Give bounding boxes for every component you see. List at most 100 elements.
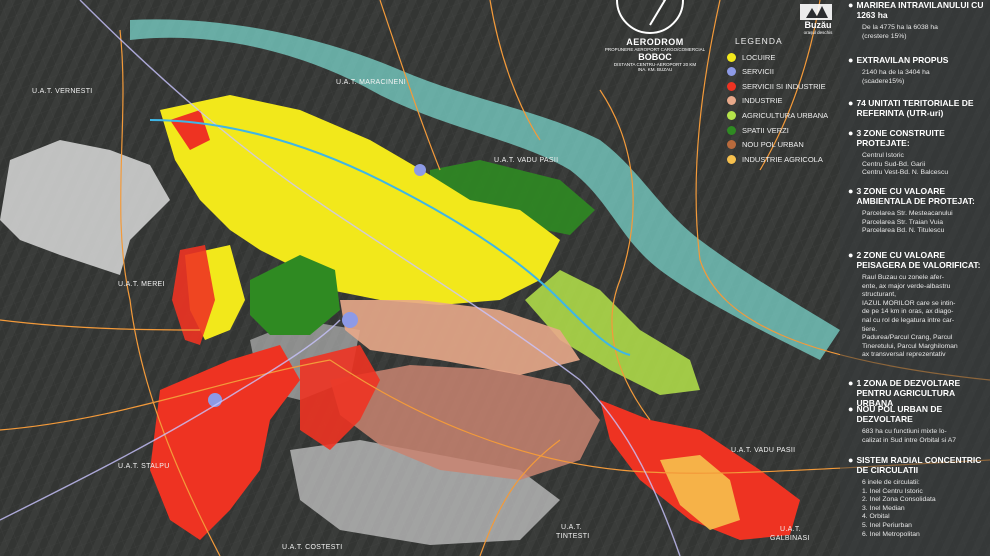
uat-label: U.A.T. MARACINENI xyxy=(336,79,407,86)
panel-section-title: 2 ZONE CU VALOARE PEISAGERA DE VALORIFIC… xyxy=(856,250,981,270)
legend-item: SPATII VERZI xyxy=(727,124,789,136)
panel-section-line: nal cu rol de legatura intre car- xyxy=(862,316,955,324)
panel-section-line: Parcelarea Bd. N. Titulescu xyxy=(862,227,945,235)
legend-item: SERVICII xyxy=(727,66,774,78)
panel-section-line: Parcelarea Str. Traian Vuia xyxy=(862,218,943,226)
panel-section-heading: ● 74 UNITATI TERITORIALE DE REFERINTA (UT… xyxy=(848,98,990,118)
panel-section-title: EXTRAVILAN PROPUS xyxy=(856,55,949,65)
legend-item: INDUSTRIE AGRICOLA xyxy=(727,153,823,165)
uat-label: GALBINASI xyxy=(770,535,810,542)
panel-section-line: ax transversal reprezentativ xyxy=(862,351,946,359)
legend-swatch xyxy=(727,67,736,77)
legend-item: SERVICII SI INDUSTRIE xyxy=(727,80,826,92)
aerodrome-name: BOBOC xyxy=(638,52,672,62)
legend-label: SPATII VERZI xyxy=(742,125,789,135)
panel-section: ● EXTRAVILAN PROPUS 2140 ha de la 3404 ha(… xyxy=(848,55,990,86)
panel-section-heading: ● 2 ZONE CU VALOARE PEISAGERA DE VALORIFI… xyxy=(848,250,990,270)
uat-label: U.A.T. COSTESTI xyxy=(282,544,343,551)
uat-label: U.A.T. VADU PASII xyxy=(494,157,559,164)
legend-swatch xyxy=(727,154,736,164)
panel-section-line: 2. Inel Zona Consolidata xyxy=(862,496,936,504)
panel-section-line: 683 ha cu functiuni mixte lo- xyxy=(862,428,947,435)
uat-label: U.A.T. xyxy=(561,524,582,531)
legend-item: NOU POL URBAN xyxy=(727,139,804,151)
panel-section-line: 2140 ha de la 3404 ha xyxy=(862,69,930,76)
bullet-icon: ● xyxy=(848,55,854,65)
panel-section-title: 3 ZONE CU VALOARE AMBIENTALA DE PROTEJAT… xyxy=(856,186,975,206)
panel-section-line: 5. Inel Periurban xyxy=(862,521,912,529)
uat-label: U.A.T. xyxy=(780,526,801,533)
uat-label: TINTESTI xyxy=(556,533,590,540)
panel-section-line: (crestere 15%) xyxy=(862,32,907,40)
services-spot xyxy=(414,164,426,176)
panel-section-line: Raul Buzau cu zonele afer- xyxy=(862,274,944,281)
panel-section-line: tiere. xyxy=(862,325,878,333)
bullet-icon: ● xyxy=(848,0,854,10)
uat-label: U.A.T. MEREI xyxy=(118,281,165,288)
legend-item: INDUSTRIE xyxy=(727,95,782,107)
legend-title: LEGENDA xyxy=(735,36,783,46)
legend-label: SERVICII SI INDUSTRIE xyxy=(742,81,826,91)
panel-section-line: 3. Inel Median xyxy=(862,504,905,512)
logo-name: Buzău xyxy=(804,20,832,30)
legend-label: INDUSTRIE AGRICOLA xyxy=(742,154,823,164)
bullet-icon: ● xyxy=(848,455,854,465)
panel-section-line: (scadere15%) xyxy=(862,77,905,85)
panel-section-title: SISTEM RADIAL CONCENTRIC DE CIRCULATII xyxy=(856,455,982,475)
panel-section: ● NOU POL URBAN DE DEZVOLTARE 683 ha cu fu… xyxy=(848,404,990,445)
legend-label: AGRICULTURA URBANA xyxy=(742,110,829,120)
panel-section-title: 74 UNITATI TERITORIALE DE REFERINTA (UTR… xyxy=(856,98,974,118)
panel-section-heading: ● 3 ZONE CU VALOARE AMBIENTALA DE PROTEJA… xyxy=(848,186,990,206)
legend-label: SERVICII xyxy=(742,67,774,77)
legend-swatch xyxy=(727,140,736,150)
panel-section-heading: ● SISTEM RADIAL CONCENTRIC DE CIRCULATII xyxy=(848,455,990,475)
uat-label: U.A.T. VADU PASII xyxy=(731,447,796,454)
panel-section-line: 1. Inel Centru Istoric xyxy=(862,487,923,495)
panel-section-line: 6 inele de circulatii: xyxy=(862,479,920,486)
panel-section-line: IAZUL MORILOR care se intin- xyxy=(862,299,956,307)
uat-label: U.A.T. STALPU xyxy=(118,463,170,470)
legend-swatch xyxy=(727,125,736,135)
panel-section-line: ente, ax major verde-albastru xyxy=(862,282,951,290)
bullet-icon: ● xyxy=(848,250,854,260)
panel-section-line: Centrul Istoric xyxy=(862,152,904,159)
panel-section: ● 3 ZONE CONSTRUITE PROTEJATE: Centrul Ist… xyxy=(848,128,990,178)
legend-label: INDUSTRIE xyxy=(742,96,783,106)
legend-item: AGRICULTURA URBANA xyxy=(727,109,828,121)
panel-section-line: Tineretului, Parcul Marghiloman xyxy=(862,342,958,350)
panel-section: ● 3 ZONE CU VALOARE AMBIENTALA DE PROTEJA… xyxy=(848,186,990,236)
panel-section-line: 4. Orbital xyxy=(862,513,890,521)
aerodrome-note: INA. KM. BUZAU xyxy=(637,67,673,72)
panel-section-title: NOU POL URBAN DE DEZVOLTARE xyxy=(856,404,943,424)
aerodrome-header: AERODROM PROPUNERE AEROPORT CARGO/COMERC… xyxy=(590,37,720,72)
legend-swatch xyxy=(727,110,736,120)
bullet-icon: ● xyxy=(848,98,854,108)
panel-section-line: calizat in Sud intre Orbital si A7 xyxy=(862,436,957,444)
legend-item: LOCUIRE xyxy=(727,51,775,63)
panel-section: ● MARIREA INTRAVILANULUI CU 1263 ha De la … xyxy=(848,0,990,41)
legend-swatch xyxy=(727,52,736,62)
panel-section-heading: ● EXTRAVILAN PROPUS xyxy=(848,55,990,65)
panel-section-line: Centru Vest-Bd. N. Balcescu xyxy=(862,169,949,177)
bullet-icon: ● xyxy=(848,404,854,414)
panel-section-heading: ● MARIREA INTRAVILANULUI CU 1263 ha xyxy=(848,0,990,20)
panel-section-line: structurant, xyxy=(862,291,896,299)
uat-label: U.A.T. VERNESTI xyxy=(32,88,93,95)
panel-section-line: Centru Sud-Bd. Garii xyxy=(862,160,926,168)
legend-label: LOCUIRE xyxy=(742,52,776,62)
panel-section-line: Padurea/Parcul Crang, Parcul xyxy=(862,334,953,342)
bullet-icon: ● xyxy=(848,186,854,196)
panel-section: ● SISTEM RADIAL CONCENTRIC DE CIRCULATII 6… xyxy=(848,455,990,539)
panel-section: ● 2 ZONE CU VALOARE PEISAGERA DE VALORIFI… xyxy=(848,250,990,360)
legend-label: NOU POL URBAN xyxy=(742,140,804,150)
panel-section-line: 6. Inel Metropolitan xyxy=(862,530,920,538)
buzau-logo: Buzău orașul deschis xyxy=(798,20,838,35)
panel-section-line: de pe 14 km in oras, ax diago- xyxy=(862,308,954,316)
panel-section-title: 3 ZONE CONSTRUITE PROTEJATE: xyxy=(856,128,945,148)
panel-section-heading: ● 3 ZONE CONSTRUITE PROTEJATE: xyxy=(848,128,990,148)
aerodrome-title: AERODROM xyxy=(626,37,684,47)
logo-tagline: orașul deschis xyxy=(803,30,833,35)
services-spot xyxy=(342,312,358,328)
legend-swatch xyxy=(727,96,736,106)
panel-section-title: MARIREA INTRAVILANULUI CU 1263 ha xyxy=(856,0,984,20)
